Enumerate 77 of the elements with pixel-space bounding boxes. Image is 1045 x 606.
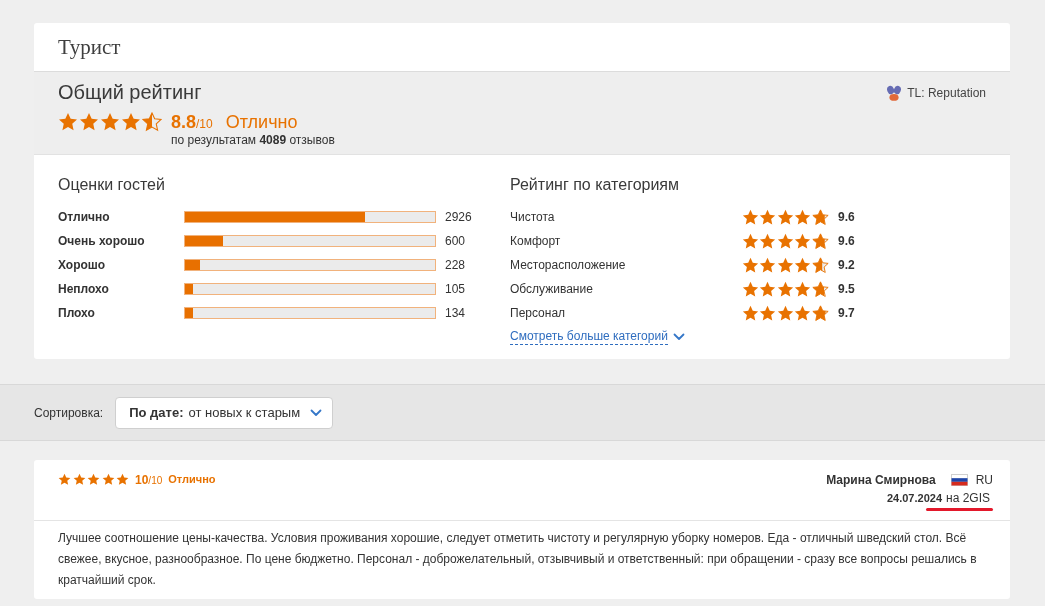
star-icon bbox=[101, 472, 115, 486]
star-icon bbox=[72, 472, 86, 486]
star-icon bbox=[121, 112, 141, 132]
review-count-text: по результатам 4089 отзывов bbox=[171, 133, 335, 147]
overall-heading: Общий рейтинг bbox=[58, 80, 202, 104]
star-icon bbox=[776, 280, 794, 298]
category-label: Чистота bbox=[510, 210, 556, 224]
rating-label: Очень хорошо bbox=[58, 234, 146, 248]
star-icon bbox=[811, 304, 829, 322]
star-icon bbox=[742, 304, 759, 322]
rating-count: 2926 bbox=[445, 210, 472, 224]
category-score: 9.6 bbox=[838, 234, 855, 248]
review-score: 10/10 bbox=[135, 472, 163, 488]
rating-count: 228 bbox=[445, 258, 466, 272]
overall-verdict: Отлично bbox=[225, 111, 298, 133]
star-icon bbox=[742, 208, 759, 226]
author-name: Марина Смирнова bbox=[826, 473, 936, 487]
section-heading: Оценки гостей bbox=[58, 175, 165, 195]
provider-logo-icon bbox=[886, 85, 903, 101]
more-categories-link[interactable]: Смотреть больше категорий bbox=[510, 329, 668, 345]
category-score: 9.6 bbox=[838, 210, 855, 224]
star-icon bbox=[811, 256, 829, 274]
star-icon bbox=[794, 208, 812, 226]
star-icon bbox=[811, 232, 829, 250]
rating-label: Неплохо bbox=[58, 282, 110, 296]
star-icon bbox=[794, 280, 812, 298]
star-icon bbox=[776, 232, 794, 250]
review-text: Лучшее соотношение цены-качества. Условия проживания хорошие, следует отметить чистоту и регулярную уборку номеров. Еда - отличный шведский стол. Всё свежее, вкусное, разнообразное. По цене бюджетно. Персонал - доброжелательный, отзывчивый и ответственный: при обращении - сразу все вопросы решались в кратчайший срок. bbox=[57, 530, 978, 589]
flag-icon bbox=[950, 474, 968, 486]
star-icon bbox=[759, 208, 777, 226]
country-code: RU bbox=[975, 473, 993, 487]
star-icon bbox=[759, 304, 777, 322]
star-icon bbox=[116, 472, 129, 486]
star-icon bbox=[742, 232, 759, 250]
category-score: 9.2 bbox=[838, 258, 855, 272]
star-icon bbox=[742, 256, 759, 274]
star-icon bbox=[811, 280, 829, 298]
star-icon bbox=[100, 112, 120, 132]
star-icon bbox=[58, 472, 71, 486]
star-icon bbox=[759, 280, 777, 298]
rating-count: 105 bbox=[445, 282, 466, 296]
sort-label: Сортировка: bbox=[34, 405, 104, 420]
category-label: Обслуживание bbox=[510, 282, 594, 296]
review-source: на 2GIS bbox=[946, 491, 990, 505]
star-icon bbox=[794, 304, 812, 322]
star-icon bbox=[87, 472, 100, 486]
category-label: Персонал bbox=[510, 306, 567, 320]
star-icon bbox=[142, 112, 162, 132]
chevron-down-icon bbox=[672, 333, 685, 341]
overall-score: 8.8/10 bbox=[171, 111, 213, 133]
review-verdict: Отлично bbox=[168, 473, 216, 485]
section-heading: Рейтинг по категориям bbox=[510, 175, 680, 195]
star-icon bbox=[811, 208, 829, 226]
rating-count: 134 bbox=[445, 306, 466, 320]
star-icon bbox=[759, 232, 777, 250]
star-icon bbox=[776, 304, 794, 322]
sort-dropdown[interactable]: По дате: от новых к старым bbox=[115, 396, 334, 429]
rating-label: Хорошо bbox=[58, 258, 107, 272]
category-label: Месторасположение bbox=[510, 258, 627, 272]
rating-label: Отлично bbox=[58, 210, 111, 224]
star-icon bbox=[794, 256, 812, 274]
star-icon bbox=[794, 232, 812, 250]
star-icon bbox=[759, 256, 777, 274]
star-icon bbox=[58, 112, 78, 132]
category-score: 9.7 bbox=[838, 306, 855, 320]
star-icon bbox=[79, 112, 99, 132]
rating-count: 600 bbox=[445, 234, 466, 248]
review-date: 24.07.2024 bbox=[886, 492, 942, 504]
category-score: 9.5 bbox=[838, 282, 855, 296]
page-title: Турист bbox=[58, 35, 121, 59]
rating-label: Плохо bbox=[58, 306, 96, 320]
chevron-down-icon bbox=[310, 408, 323, 417]
star-icon bbox=[776, 208, 794, 226]
star-icon bbox=[742, 280, 759, 298]
provider-name: TL: Reputation bbox=[907, 85, 986, 101]
category-label: Комфорт bbox=[510, 234, 562, 248]
star-icon bbox=[776, 256, 794, 274]
